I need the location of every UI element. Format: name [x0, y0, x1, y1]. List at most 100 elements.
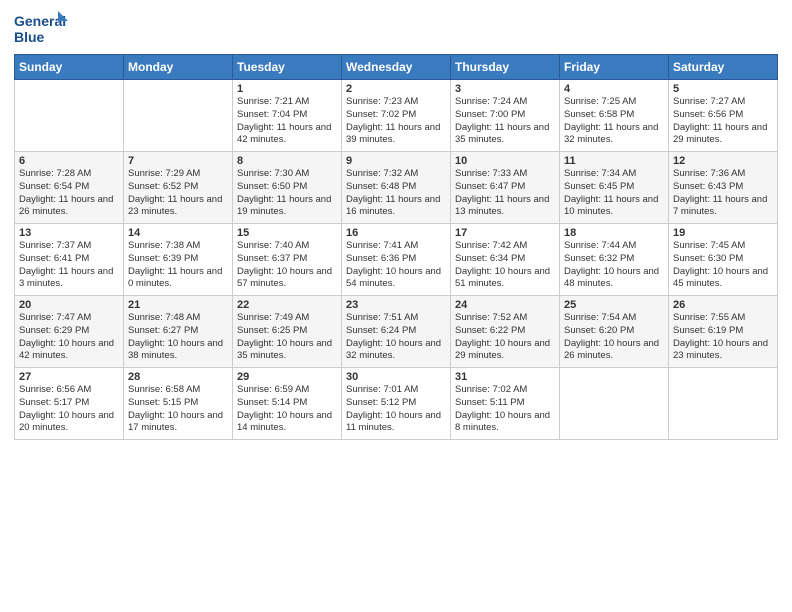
day-info: Sunrise: 7:36 AMSunset: 6:43 PMDaylight:…: [673, 168, 773, 219]
day-info: Sunrise: 7:37 AMSunset: 6:41 PMDaylight:…: [19, 240, 119, 291]
calendar-cell: 24Sunrise: 7:52 AMSunset: 6:22 PMDayligh…: [451, 296, 560, 368]
calendar-week-row: 1Sunrise: 7:21 AMSunset: 7:04 PMDaylight…: [15, 80, 778, 152]
day-info: Sunrise: 7:29 AMSunset: 6:52 PMDaylight:…: [128, 168, 228, 219]
calendar-cell: 27Sunrise: 6:56 AMSunset: 5:17 PMDayligh…: [15, 368, 124, 440]
day-number: 25: [564, 299, 664, 311]
day-number: 31: [455, 371, 555, 383]
day-info: Sunrise: 7:32 AMSunset: 6:48 PMDaylight:…: [346, 168, 446, 219]
day-number: 29: [237, 371, 337, 383]
svg-text:Blue: Blue: [14, 29, 45, 45]
day-header-monday: Monday: [124, 55, 233, 80]
day-number: 11: [564, 155, 664, 167]
calendar-cell: [15, 80, 124, 152]
calendar-cell: 4Sunrise: 7:25 AMSunset: 6:58 PMDaylight…: [560, 80, 669, 152]
day-info: Sunrise: 7:24 AMSunset: 7:00 PMDaylight:…: [455, 96, 555, 147]
calendar-cell: 2Sunrise: 7:23 AMSunset: 7:02 PMDaylight…: [342, 80, 451, 152]
day-info: Sunrise: 7:38 AMSunset: 6:39 PMDaylight:…: [128, 240, 228, 291]
day-number: 14: [128, 227, 228, 239]
day-number: 19: [673, 227, 773, 239]
day-info: Sunrise: 7:34 AMSunset: 6:45 PMDaylight:…: [564, 168, 664, 219]
day-number: 17: [455, 227, 555, 239]
day-number: 1: [237, 83, 337, 95]
day-number: 4: [564, 83, 664, 95]
day-info: Sunrise: 6:56 AMSunset: 5:17 PMDaylight:…: [19, 384, 119, 435]
day-info: Sunrise: 7:40 AMSunset: 6:37 PMDaylight:…: [237, 240, 337, 291]
day-number: 20: [19, 299, 119, 311]
calendar-cell: 21Sunrise: 7:48 AMSunset: 6:27 PMDayligh…: [124, 296, 233, 368]
day-info: Sunrise: 7:47 AMSunset: 6:29 PMDaylight:…: [19, 312, 119, 363]
calendar-cell: 29Sunrise: 6:59 AMSunset: 5:14 PMDayligh…: [233, 368, 342, 440]
calendar-cell: [669, 368, 778, 440]
calendar-cell: 17Sunrise: 7:42 AMSunset: 6:34 PMDayligh…: [451, 224, 560, 296]
day-info: Sunrise: 7:27 AMSunset: 6:56 PMDaylight:…: [673, 96, 773, 147]
calendar-cell: 26Sunrise: 7:55 AMSunset: 6:19 PMDayligh…: [669, 296, 778, 368]
calendar-week-row: 27Sunrise: 6:56 AMSunset: 5:17 PMDayligh…: [15, 368, 778, 440]
day-info: Sunrise: 7:21 AMSunset: 7:04 PMDaylight:…: [237, 96, 337, 147]
day-number: 2: [346, 83, 446, 95]
calendar-cell: 18Sunrise: 7:44 AMSunset: 6:32 PMDayligh…: [560, 224, 669, 296]
day-number: 30: [346, 371, 446, 383]
day-info: Sunrise: 7:42 AMSunset: 6:34 PMDaylight:…: [455, 240, 555, 291]
header: General Blue: [14, 10, 778, 48]
day-number: 22: [237, 299, 337, 311]
day-header-thursday: Thursday: [451, 55, 560, 80]
calendar-cell: 5Sunrise: 7:27 AMSunset: 6:56 PMDaylight…: [669, 80, 778, 152]
day-number: 6: [19, 155, 119, 167]
day-header-saturday: Saturday: [669, 55, 778, 80]
calendar-cell: [560, 368, 669, 440]
day-number: 10: [455, 155, 555, 167]
calendar-cell: 22Sunrise: 7:49 AMSunset: 6:25 PMDayligh…: [233, 296, 342, 368]
day-info: Sunrise: 7:33 AMSunset: 6:47 PMDaylight:…: [455, 168, 555, 219]
calendar-cell: 25Sunrise: 7:54 AMSunset: 6:20 PMDayligh…: [560, 296, 669, 368]
day-number: 18: [564, 227, 664, 239]
day-info: Sunrise: 7:55 AMSunset: 6:19 PMDaylight:…: [673, 312, 773, 363]
day-number: 7: [128, 155, 228, 167]
calendar-cell: 19Sunrise: 7:45 AMSunset: 6:30 PMDayligh…: [669, 224, 778, 296]
day-info: Sunrise: 7:44 AMSunset: 6:32 PMDaylight:…: [564, 240, 664, 291]
day-number: 26: [673, 299, 773, 311]
calendar-cell: 20Sunrise: 7:47 AMSunset: 6:29 PMDayligh…: [15, 296, 124, 368]
day-number: 23: [346, 299, 446, 311]
day-number: 9: [346, 155, 446, 167]
day-info: Sunrise: 7:25 AMSunset: 6:58 PMDaylight:…: [564, 96, 664, 147]
day-info: Sunrise: 7:48 AMSunset: 6:27 PMDaylight:…: [128, 312, 228, 363]
day-info: Sunrise: 7:02 AMSunset: 5:11 PMDaylight:…: [455, 384, 555, 435]
calendar-cell: 23Sunrise: 7:51 AMSunset: 6:24 PMDayligh…: [342, 296, 451, 368]
day-info: Sunrise: 7:23 AMSunset: 7:02 PMDaylight:…: [346, 96, 446, 147]
day-info: Sunrise: 7:01 AMSunset: 5:12 PMDaylight:…: [346, 384, 446, 435]
logo: General Blue: [14, 10, 69, 48]
page: General Blue SundayMondayTuesdayWednesda…: [0, 0, 792, 612]
calendar-cell: 13Sunrise: 7:37 AMSunset: 6:41 PMDayligh…: [15, 224, 124, 296]
calendar-table: SundayMondayTuesdayWednesdayThursdayFrid…: [14, 54, 778, 440]
day-info: Sunrise: 7:30 AMSunset: 6:50 PMDaylight:…: [237, 168, 337, 219]
calendar-cell: 7Sunrise: 7:29 AMSunset: 6:52 PMDaylight…: [124, 152, 233, 224]
calendar-cell: 3Sunrise: 7:24 AMSunset: 7:00 PMDaylight…: [451, 80, 560, 152]
calendar-cell: 30Sunrise: 7:01 AMSunset: 5:12 PMDayligh…: [342, 368, 451, 440]
day-header-wednesday: Wednesday: [342, 55, 451, 80]
day-info: Sunrise: 6:58 AMSunset: 5:15 PMDaylight:…: [128, 384, 228, 435]
day-number: 8: [237, 155, 337, 167]
day-info: Sunrise: 7:41 AMSunset: 6:36 PMDaylight:…: [346, 240, 446, 291]
day-number: 21: [128, 299, 228, 311]
calendar-cell: 31Sunrise: 7:02 AMSunset: 5:11 PMDayligh…: [451, 368, 560, 440]
day-number: 27: [19, 371, 119, 383]
calendar-cell: 9Sunrise: 7:32 AMSunset: 6:48 PMDaylight…: [342, 152, 451, 224]
calendar-cell: 8Sunrise: 7:30 AMSunset: 6:50 PMDaylight…: [233, 152, 342, 224]
day-number: 3: [455, 83, 555, 95]
day-number: 5: [673, 83, 773, 95]
day-info: Sunrise: 7:52 AMSunset: 6:22 PMDaylight:…: [455, 312, 555, 363]
calendar-cell: 15Sunrise: 7:40 AMSunset: 6:37 PMDayligh…: [233, 224, 342, 296]
day-header-friday: Friday: [560, 55, 669, 80]
calendar-cell: 10Sunrise: 7:33 AMSunset: 6:47 PMDayligh…: [451, 152, 560, 224]
day-number: 16: [346, 227, 446, 239]
day-info: Sunrise: 7:45 AMSunset: 6:30 PMDaylight:…: [673, 240, 773, 291]
day-header-sunday: Sunday: [15, 55, 124, 80]
calendar-cell: 16Sunrise: 7:41 AMSunset: 6:36 PMDayligh…: [342, 224, 451, 296]
calendar-cell: 6Sunrise: 7:28 AMSunset: 6:54 PMDaylight…: [15, 152, 124, 224]
day-info: Sunrise: 7:28 AMSunset: 6:54 PMDaylight:…: [19, 168, 119, 219]
calendar-cell: 28Sunrise: 6:58 AMSunset: 5:15 PMDayligh…: [124, 368, 233, 440]
calendar-cell: 11Sunrise: 7:34 AMSunset: 6:45 PMDayligh…: [560, 152, 669, 224]
day-info: Sunrise: 7:51 AMSunset: 6:24 PMDaylight:…: [346, 312, 446, 363]
day-number: 12: [673, 155, 773, 167]
logo-svg: General Blue: [14, 10, 69, 48]
